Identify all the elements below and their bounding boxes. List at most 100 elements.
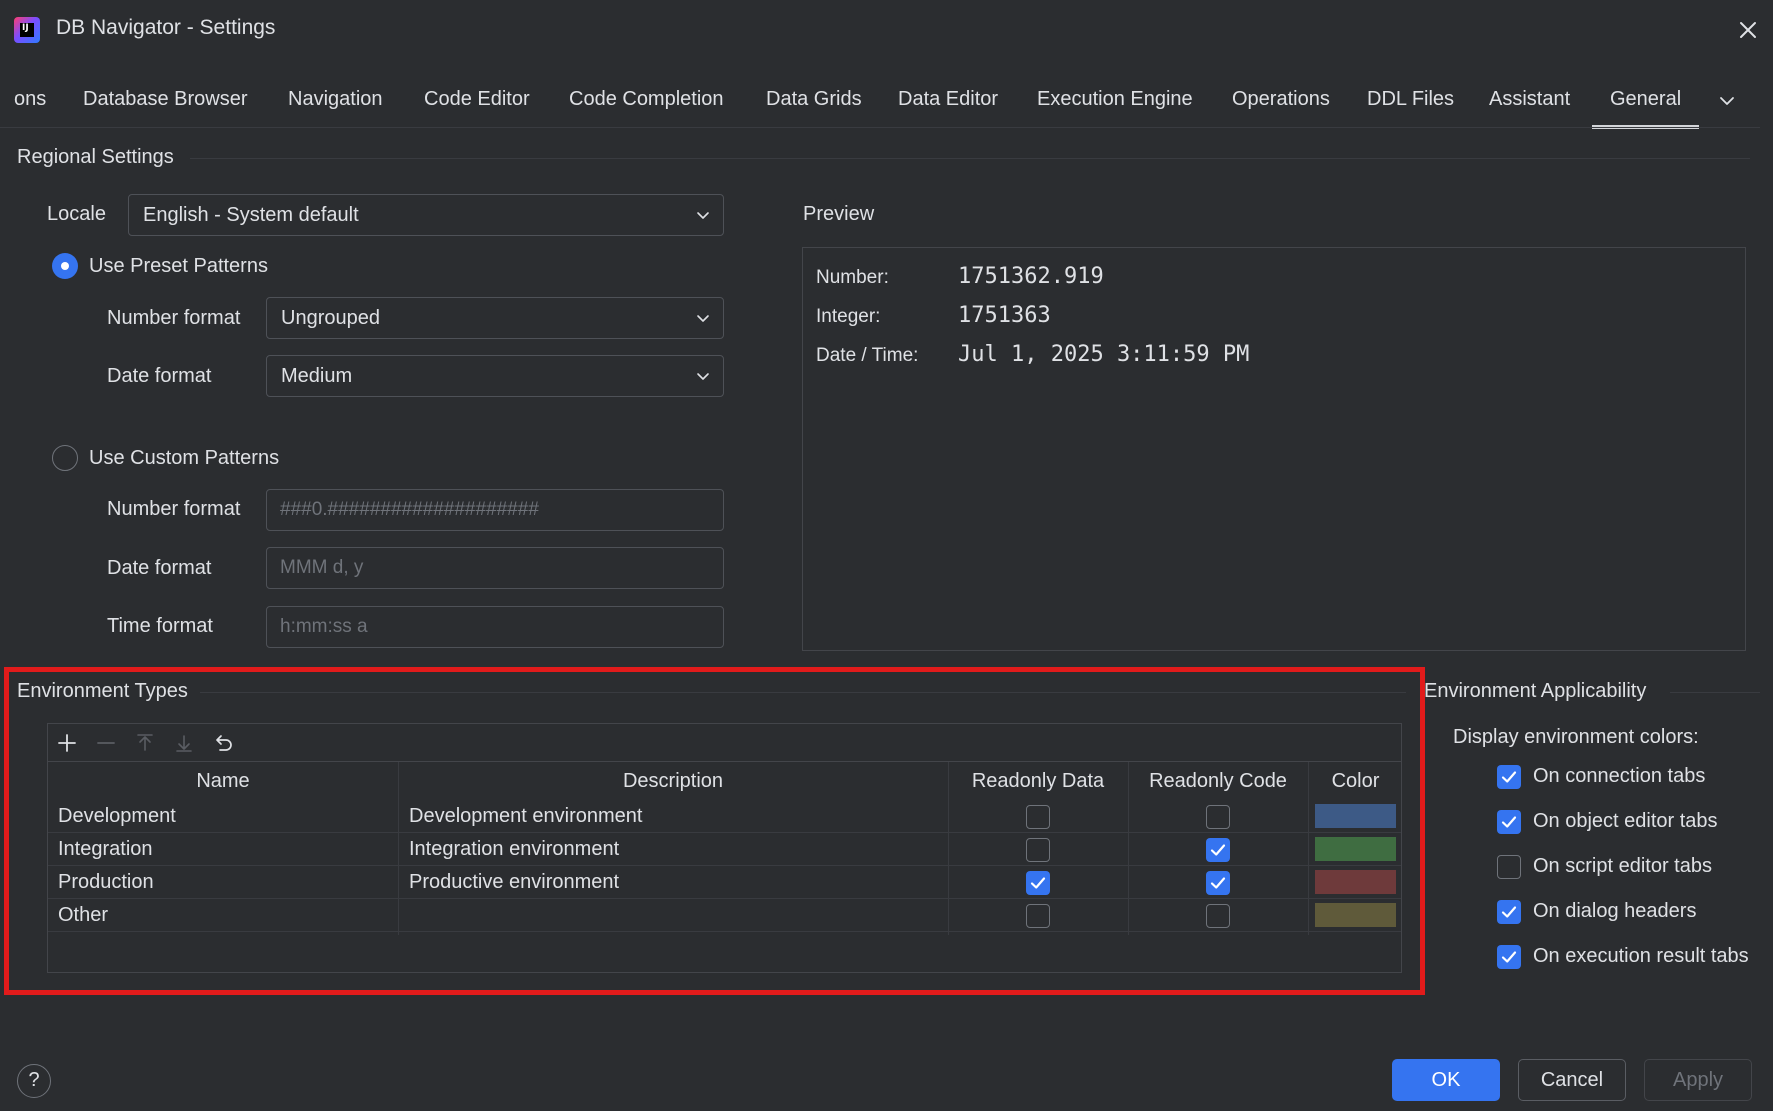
readonly-code-checkbox[interactable] — [1206, 904, 1230, 928]
tab-execution-engine[interactable]: Execution Engine — [1037, 88, 1193, 111]
connection-tabs-label: On connection tabs — [1533, 765, 1706, 787]
color-swatch[interactable] — [1315, 804, 1396, 828]
number-format-select[interactable]: Ungrouped — [266, 297, 724, 339]
locale-select[interactable]: English - System default — [128, 194, 724, 236]
color-swatch[interactable] — [1315, 903, 1396, 927]
table-row[interactable]: Integration Integration environment — [48, 833, 1401, 866]
readonly-code-checkbox[interactable] — [1206, 805, 1230, 829]
custom-number-format-label: Number format — [107, 498, 241, 520]
env-description-cell[interactable]: Productive environment — [409, 866, 619, 899]
readonly-data-checkbox[interactable] — [1026, 838, 1050, 862]
env-description-cell[interactable]: Development environment — [409, 800, 642, 833]
table-row[interactable]: Development Development environment — [48, 800, 1401, 833]
chevron-down-icon[interactable] — [1716, 90, 1738, 112]
tab-ddl-files[interactable]: DDL Files — [1367, 88, 1454, 111]
preview-datetime-label: Date / Time: — [816, 345, 919, 366]
checkmark-icon — [1210, 877, 1226, 889]
checkmark-icon — [1501, 771, 1517, 783]
readonly-data-checkbox[interactable] — [1026, 805, 1050, 829]
table-header: Name Description Readonly Data Readonly … — [48, 762, 1401, 800]
locale-value: English - System default — [143, 204, 359, 226]
execution-result-tabs-checkbox[interactable] — [1497, 945, 1521, 969]
dialog-headers-checkbox[interactable] — [1497, 900, 1521, 924]
tab-data-grids[interactable]: Data Grids — [766, 88, 862, 111]
column-readonly-data-header[interactable]: Readonly Data — [948, 762, 1128, 800]
column-color-header[interactable]: Color — [1308, 762, 1403, 800]
table-toolbar — [48, 724, 1401, 762]
intellij-icon: IJ — [14, 17, 40, 43]
readonly-code-checkbox[interactable] — [1206, 871, 1230, 895]
env-description-cell[interactable]: Integration environment — [409, 833, 619, 866]
preview-number-label: Number: — [816, 267, 889, 288]
column-description-header[interactable]: Description — [398, 762, 948, 800]
env-name-cell[interactable]: Development — [58, 800, 176, 833]
object-editor-tabs-label: On object editor tabs — [1533, 810, 1718, 832]
tab-code-completion[interactable]: Code Completion — [569, 88, 724, 111]
environment-types-title: Environment Types — [17, 680, 188, 702]
env-name-cell[interactable]: Integration — [58, 833, 153, 866]
apply-button[interactable]: Apply — [1644, 1059, 1752, 1101]
close-icon[interactable] — [1732, 14, 1764, 46]
chevron-down-icon — [697, 212, 709, 219]
preview-integer-value: 1751363 — [958, 303, 1051, 328]
date-format-select[interactable]: Medium — [266, 355, 724, 397]
tab-database-browser[interactable]: Database Browser — [83, 88, 248, 111]
preset-patterns-radio[interactable] — [52, 253, 78, 279]
preset-number-format-label: Number format — [107, 307, 241, 329]
date-format-value: Medium — [281, 365, 353, 387]
section-divider — [200, 692, 1406, 693]
checkmark-icon — [1210, 844, 1226, 856]
readonly-data-checkbox[interactable] — [1026, 904, 1050, 928]
revert-icon[interactable] — [212, 732, 234, 754]
locale-label: Locale — [47, 203, 106, 225]
column-name-header[interactable]: Name — [48, 762, 398, 800]
object-editor-tabs-checkbox[interactable] — [1497, 810, 1521, 834]
move-up-icon[interactable] — [134, 732, 156, 754]
tab-operations-partial[interactable]: ons — [14, 88, 46, 111]
tab-data-editor[interactable]: Data Editor — [898, 88, 998, 111]
table-row[interactable]: Other — [48, 899, 1401, 932]
preview-title: Preview — [803, 203, 875, 225]
custom-number-format-field[interactable] — [266, 489, 724, 531]
custom-date-format-field[interactable] — [266, 547, 724, 589]
preview-datetime-value: Jul 1, 2025 3:11:59 PM — [958, 342, 1250, 367]
display-colors-label: Display environment colors: — [1453, 726, 1699, 748]
readonly-data-checkbox[interactable] — [1026, 871, 1050, 895]
connection-tabs-checkbox[interactable] — [1497, 765, 1521, 789]
color-swatch[interactable] — [1315, 870, 1396, 894]
checkmark-icon — [1501, 951, 1517, 963]
execution-result-tabs-label: On execution result tabs — [1533, 945, 1749, 967]
checkmark-icon — [1501, 906, 1517, 918]
custom-date-format-label: Date format — [107, 557, 212, 579]
chevron-down-icon — [697, 373, 709, 380]
custom-date-format-input[interactable] — [267, 548, 723, 588]
section-divider — [190, 158, 1750, 159]
title-bar: IJ DB Navigator - Settings — [0, 0, 1773, 62]
custom-time-format-field[interactable] — [266, 606, 724, 648]
checkmark-icon — [1501, 816, 1517, 828]
move-down-icon[interactable] — [173, 732, 195, 754]
script-editor-tabs-checkbox[interactable] — [1497, 855, 1521, 879]
remove-icon[interactable] — [95, 732, 117, 754]
tabs-divider — [0, 127, 1760, 128]
help-icon[interactable]: ? — [17, 1064, 51, 1098]
env-name-cell[interactable]: Other — [58, 899, 108, 932]
env-name-cell[interactable]: Production — [58, 866, 154, 899]
tab-code-editor[interactable]: Code Editor — [424, 88, 530, 111]
column-readonly-code-header[interactable]: Readonly Code — [1128, 762, 1308, 800]
custom-patterns-radio[interactable] — [52, 445, 78, 471]
add-icon[interactable] — [56, 732, 78, 754]
tab-navigation[interactable]: Navigation — [288, 88, 383, 111]
table-row[interactable]: Production Productive environment — [48, 866, 1401, 899]
preview-integer-label: Integer: — [816, 306, 881, 327]
custom-number-format-input[interactable] — [267, 490, 723, 530]
ok-button[interactable]: OK — [1392, 1059, 1500, 1101]
cancel-button[interactable]: Cancel — [1518, 1059, 1626, 1101]
color-swatch[interactable] — [1315, 837, 1396, 861]
tab-assistant[interactable]: Assistant — [1489, 88, 1570, 111]
tab-operations[interactable]: Operations — [1232, 88, 1330, 111]
tab-general[interactable]: General — [1591, 88, 1700, 129]
preview-panel: Number: 1751362.919 Integer: 1751363 Dat… — [802, 247, 1746, 651]
custom-time-format-input[interactable] — [267, 607, 723, 647]
readonly-code-checkbox[interactable] — [1206, 838, 1230, 862]
